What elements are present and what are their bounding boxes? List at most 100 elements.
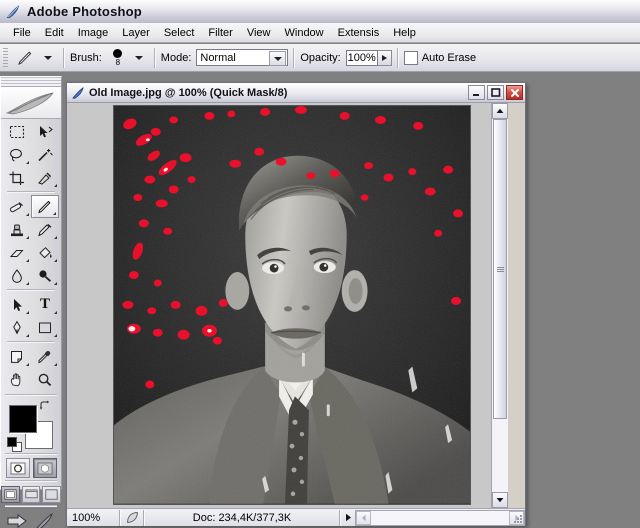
toolbox-item-clone-stamp-tool[interactable]	[3, 218, 31, 241]
toolbox-item-crop-tool[interactable]	[3, 166, 31, 189]
toolbox-item-healing-brush-tool[interactable]	[3, 195, 31, 218]
canvas-area[interactable]	[67, 103, 508, 508]
preview-thumbnail-icon[interactable]	[121, 511, 143, 524]
full-screen-mode-button[interactable]	[42, 486, 62, 503]
tool-preset-dropdown-arrow[interactable]	[44, 55, 52, 60]
horizontal-scroll-track[interactable]	[371, 510, 509, 525]
minimize-button[interactable]	[468, 85, 485, 100]
blend-mode-value: Normal	[200, 51, 236, 64]
menu-image[interactable]: Image	[71, 25, 116, 41]
default-colors-icon[interactable]	[7, 437, 22, 452]
toolbox-item-path-selection-tool[interactable]	[3, 293, 31, 316]
toolbox-drag-handle[interactable]	[1, 77, 61, 87]
auto-erase-label: Auto Erase	[421, 51, 477, 64]
horizontal-scrollbar[interactable]	[355, 509, 525, 526]
toolbox-item-slice-tool[interactable]	[31, 166, 59, 189]
photoshop-feather-icon	[5, 4, 21, 20]
document-window: Old Image.jpg @ 100% (Quick Mask/8) 100%…	[66, 82, 526, 526]
auto-erase-checkbox[interactable]	[403, 50, 418, 65]
menu-extensis[interactable]: Extensis	[331, 25, 387, 41]
vertical-scrollbar[interactable]	[491, 103, 508, 508]
toolbox-item-rectangle-shape-tool[interactable]	[31, 316, 59, 339]
scroll-up-button[interactable]	[492, 103, 508, 119]
swap-colors-icon[interactable]	[39, 400, 51, 415]
toolbox-item-lasso-tool[interactable]	[3, 143, 31, 166]
toolbox-feather-logo[interactable]	[1, 87, 61, 119]
toolbox-item-blur-tool[interactable]	[3, 264, 31, 287]
vertical-scroll-thumb[interactable]	[493, 119, 507, 419]
toolbox-item-rectangular-marquee-tool[interactable]	[3, 120, 31, 143]
document-size-info: Doc: 234,4K/377,3K	[192, 511, 292, 524]
edit-in-imageready-icon[interactable]	[34, 512, 56, 528]
foreground-color-swatch[interactable]	[9, 405, 37, 433]
menu-select[interactable]: Select	[157, 25, 202, 41]
menu-window[interactable]: Window	[278, 25, 331, 41]
toolbox-item-zoom-tool[interactable]	[31, 368, 59, 391]
document-body: 100% Doc: 234,4K/377,3K	[67, 103, 525, 526]
flyout-indicator	[54, 311, 57, 314]
toolbox-item-eyedropper-tool[interactable]	[31, 345, 59, 368]
toolbox-item-eraser-tool[interactable]	[3, 241, 31, 264]
brush-label: Brush:	[70, 51, 102, 64]
opacity-input[interactable]: 100%	[345, 49, 378, 66]
toolbox-divider-2	[7, 289, 55, 291]
options-bar-grip[interactable]	[3, 47, 8, 68]
brush-dropdown-arrow[interactable]	[134, 55, 143, 60]
toolbox-item-pencil-tool[interactable]	[31, 195, 59, 218]
portrait-photograph	[114, 106, 470, 504]
color-swatches	[7, 399, 61, 452]
close-button[interactable]	[506, 85, 523, 100]
toolbox-item-pen-tool[interactable]	[3, 316, 31, 339]
toolbox-divider-7	[5, 505, 57, 507]
flyout-indicator	[54, 282, 57, 285]
document-feather-icon	[71, 86, 85, 100]
toolbox-item-type-tool[interactable]: T	[31, 293, 59, 316]
maximize-button[interactable]	[487, 85, 504, 100]
pencil-tool-icon[interactable]	[12, 47, 38, 69]
quick-mask-mode-button[interactable]	[32, 458, 57, 478]
toolbox-item-move-tool[interactable]	[31, 120, 59, 143]
toolbox-item-magic-wand-tool[interactable]	[31, 143, 59, 166]
blend-mode-select[interactable]: Normal	[196, 49, 289, 66]
flyout-indicator	[54, 259, 57, 262]
triangle-right-icon	[381, 54, 387, 61]
brush-preview[interactable]: 8	[107, 46, 129, 70]
toolbox-item-history-brush-tool[interactable]	[31, 218, 59, 241]
flyout-indicator	[26, 311, 29, 314]
toolbox-item-notes-tool[interactable]	[3, 345, 31, 368]
menu-file[interactable]: File	[6, 25, 38, 41]
menu-edit[interactable]: Edit	[38, 25, 71, 41]
status-menu-arrow[interactable]	[341, 513, 355, 522]
menu-help[interactable]: Help	[386, 25, 423, 41]
opacity-slider-button[interactable]	[377, 49, 392, 66]
toolbox-item-hand-tool[interactable]	[3, 368, 31, 391]
toolbox-item-dodge-tool[interactable]	[31, 264, 59, 287]
chevron-down-icon[interactable]	[269, 51, 287, 66]
document-title: Old Image.jpg @ 100% (Quick Mask/8)	[89, 86, 288, 99]
scroll-down-button[interactable]	[492, 492, 508, 508]
document-titlebar[interactable]: Old Image.jpg @ 100% (Quick Mask/8)	[67, 83, 525, 103]
options-separator-2	[153, 47, 156, 68]
menu-view[interactable]: View	[240, 25, 278, 41]
toolbox-divider-3	[7, 341, 55, 343]
jump-to-imageready-icon[interactable]	[6, 512, 30, 528]
menu-filter[interactable]: Filter	[201, 25, 239, 41]
screen-mode-buttons	[1, 486, 62, 503]
toolbox-item-paint-bucket-tool[interactable]	[31, 241, 59, 264]
options-separator-1	[63, 47, 65, 68]
flyout-indicator	[26, 282, 29, 285]
flyout-indicator	[26, 161, 29, 164]
vertical-scroll-track[interactable]	[492, 119, 508, 492]
toolbox-panel: T	[0, 76, 62, 528]
standard-mode-button[interactable]	[5, 458, 30, 478]
scroll-left-button[interactable]	[356, 510, 371, 525]
full-screen-with-menubar-button[interactable]	[21, 486, 41, 503]
flyout-indicator	[26, 213, 29, 216]
zoom-level-field[interactable]: 100%	[67, 509, 119, 526]
image-canvas[interactable]	[113, 105, 471, 505]
menu-layer[interactable]: Layer	[115, 25, 157, 41]
auto-erase-checkbox-group[interactable]: Auto Erase	[403, 50, 481, 65]
window-resize-grip[interactable]	[512, 513, 524, 525]
standard-screen-mode-button[interactable]	[1, 486, 20, 503]
mode-label: Mode:	[160, 51, 192, 64]
